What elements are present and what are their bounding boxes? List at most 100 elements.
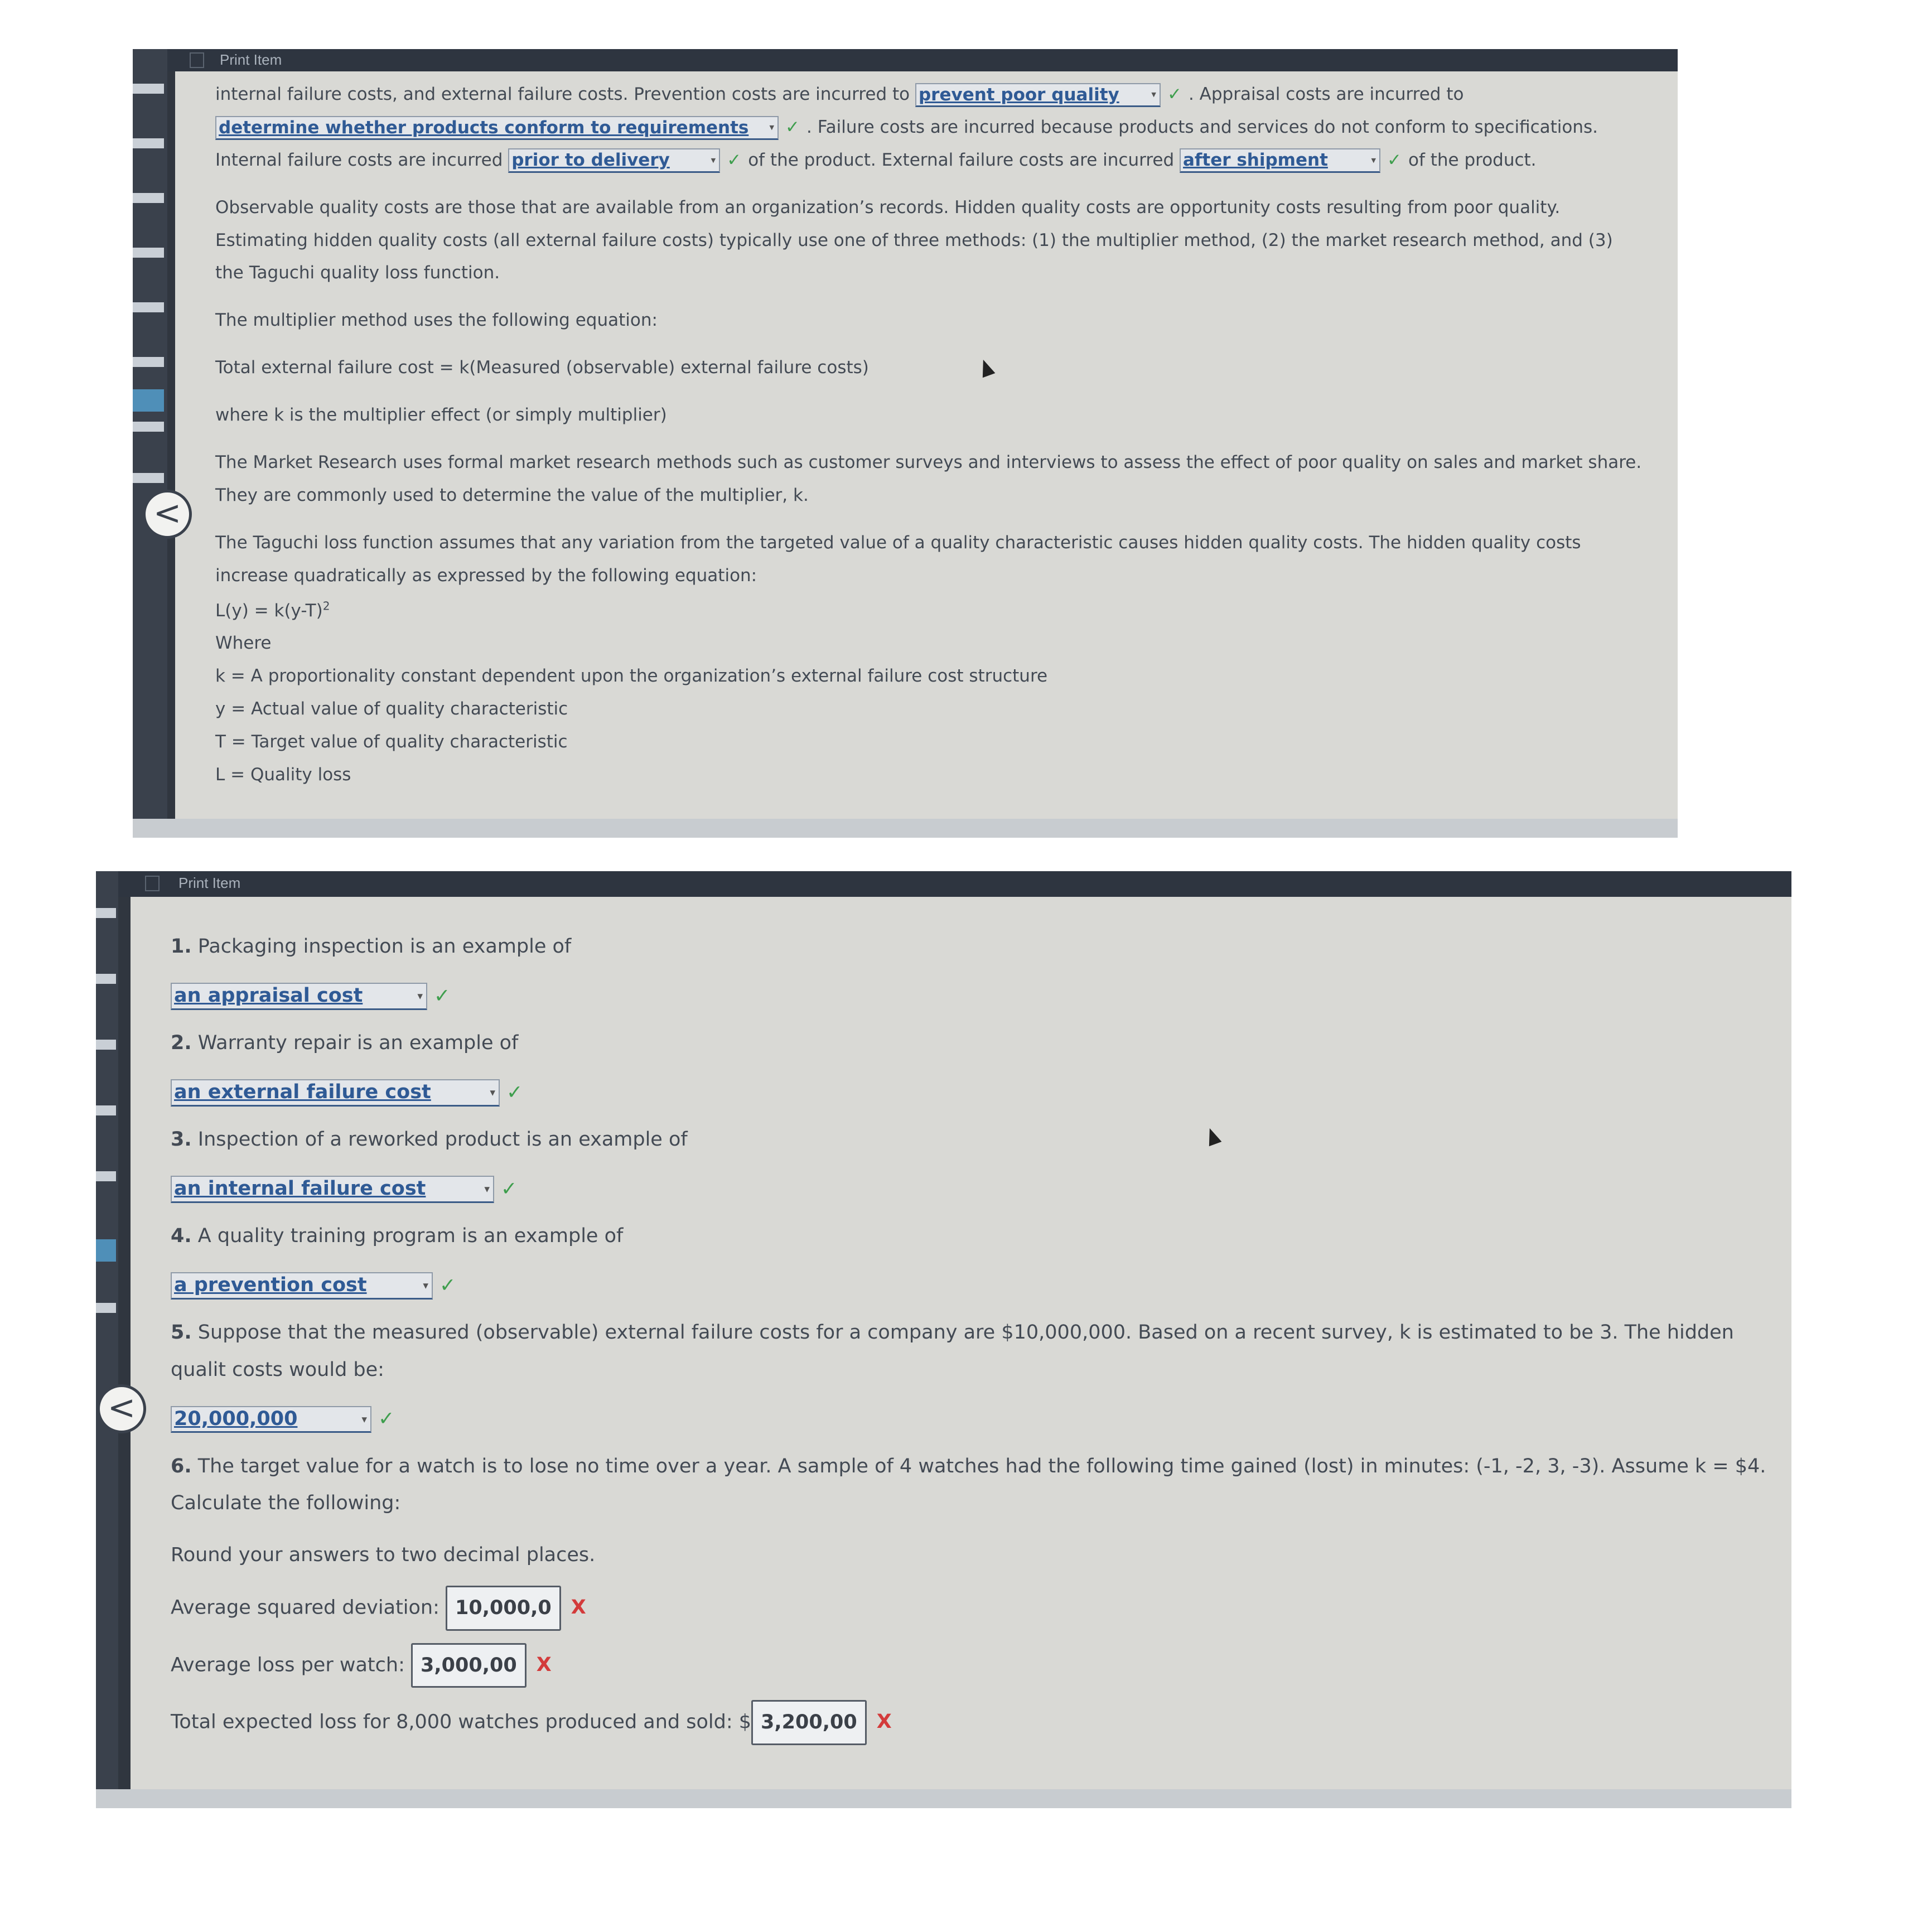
- nav-tab[interactable]: [96, 974, 116, 984]
- question-3: 3. Inspection of a reworked product is a…: [171, 1121, 1788, 1158]
- dropdown-value: a prevention cost: [174, 1274, 367, 1297]
- appraisal-dropdown[interactable]: determine whether products conform to re…: [215, 115, 779, 141]
- answer-dropdown[interactable]: an internal failure cost ▾: [171, 1176, 494, 1203]
- back-button[interactable]: <: [143, 490, 192, 539]
- horizontal-scrollbar[interactable]: [96, 1789, 1791, 1808]
- observable-paragraph: Observable quality costs are those that …: [215, 197, 1613, 283]
- dropdown-value: prevent poor quality: [918, 84, 1119, 105]
- nav-tab-active[interactable]: [96, 1239, 116, 1262]
- total-loss-input[interactable]: 3,200,00: [751, 1700, 867, 1745]
- nav-tab[interactable]: [133, 357, 164, 367]
- wrong-icon: X: [571, 1596, 586, 1619]
- question-number: 6.: [171, 1455, 192, 1477]
- nav-tab[interactable]: [96, 908, 116, 918]
- prevention-dropdown[interactable]: prevent poor quality ▾: [915, 83, 1161, 108]
- definition-t: T = Target value of quality characterist…: [215, 732, 568, 752]
- field-label: Average loss per watch:: [171, 1653, 405, 1676]
- answer-4: a prevention cost ▾ ✓: [171, 1267, 1788, 1305]
- check-icon: ✓: [1387, 149, 1402, 170]
- nav-tab[interactable]: [133, 84, 164, 94]
- answer-1: an appraisal cost ▾ ✓: [171, 978, 1788, 1015]
- dropdown-value: prior to delivery: [511, 150, 670, 171]
- nav-tab[interactable]: [133, 138, 164, 148]
- print-icon[interactable]: [145, 876, 160, 891]
- caret-down-icon: ▾: [1371, 154, 1376, 166]
- question-number: 1.: [171, 935, 192, 958]
- taguchi-paragraph: The Taguchi loss function assumes that a…: [215, 532, 1581, 586]
- text-segment: of the product.: [1408, 149, 1537, 170]
- check-icon: ✓: [785, 117, 800, 137]
- where-label: Where: [215, 633, 272, 654]
- nav-tab[interactable]: [133, 248, 164, 258]
- question-number: 5.: [171, 1321, 192, 1344]
- avg-squared-deviation-row: Average squared deviation: 10,000,0 X: [171, 1586, 1788, 1631]
- wrong-icon: X: [876, 1711, 892, 1733]
- question-content: 1. Packaging inspection is an example of…: [171, 918, 1788, 1745]
- left-nav: [133, 49, 167, 838]
- question-text: Packaging inspection is an example of: [197, 935, 572, 958]
- chevron-left-icon: <: [153, 494, 182, 533]
- top-screenshot: Print Item < internal failure costs, and…: [133, 49, 1678, 838]
- question-number: 4.: [171, 1225, 192, 1247]
- bottom-screenshot: Print Item < 1. Packaging inspection is …: [96, 871, 1791, 1808]
- multiplier-where: where k is the multiplier effect (or sim…: [215, 405, 667, 426]
- dropdown-value: an appraisal cost: [174, 984, 363, 1007]
- caret-down-icon: ▾: [1151, 89, 1156, 100]
- nav-tab[interactable]: [133, 422, 164, 432]
- definition-y: y = Actual value of quality characterist…: [215, 699, 568, 719]
- question-text: The target value for a watch is to lose …: [171, 1455, 1766, 1515]
- text-segment: internal failure costs, and external fai…: [215, 84, 910, 104]
- answer-dropdown[interactable]: 20,000,000 ▾: [171, 1405, 371, 1433]
- nav-tab-active[interactable]: [133, 389, 164, 412]
- rounding-note: Round your answers to two decimal places…: [171, 1543, 596, 1566]
- check-icon: ✓: [378, 1408, 395, 1430]
- formula-exponent: 2: [322, 599, 330, 613]
- nav-tab[interactable]: [96, 1171, 116, 1181]
- nav-tab[interactable]: [96, 1040, 116, 1050]
- caret-down-icon: ▾: [423, 1278, 428, 1292]
- avg-loss-input[interactable]: 3,000,00: [411, 1643, 527, 1688]
- answer-dropdown[interactable]: an appraisal cost ▾: [171, 983, 427, 1010]
- multiplier-equation: Total external failure cost = k(Measured…: [215, 358, 869, 378]
- answer-dropdown[interactable]: an external failure cost ▾: [171, 1079, 500, 1107]
- text-segment: . Appraisal costs are incurred to: [1188, 84, 1464, 104]
- external-failure-dropdown[interactable]: after shipment ▾: [1180, 148, 1380, 173]
- nav-tab[interactable]: [133, 193, 164, 203]
- nav-tab[interactable]: [96, 1303, 116, 1313]
- answer-5: 20,000,000 ▾ ✓: [171, 1400, 1788, 1438]
- definition-k: k = A proportionality constant dependent…: [215, 666, 1048, 687]
- total-loss-row: Total expected loss for 8,000 watches pr…: [171, 1700, 1788, 1745]
- reading-content: internal failure costs, and external fai…: [215, 78, 1643, 791]
- dropdown-value: after shipment: [1183, 150, 1328, 171]
- question-text: A quality training program is an example…: [197, 1225, 624, 1247]
- check-icon: ✓: [501, 1177, 518, 1200]
- avg-squared-deviation-input[interactable]: 10,000,0: [446, 1586, 561, 1631]
- wrong-icon: X: [536, 1653, 552, 1676]
- print-icon[interactable]: [190, 52, 204, 68]
- taguchi-formula: L(y) = k(y-T)2: [215, 595, 1643, 627]
- check-icon: ✓: [1167, 84, 1182, 104]
- dropdown-value: an external failure cost: [174, 1081, 431, 1104]
- back-button[interactable]: <: [97, 1384, 146, 1433]
- check-icon: ✓: [506, 1081, 523, 1104]
- caret-down-icon: ▾: [711, 154, 716, 166]
- internal-failure-dropdown[interactable]: prior to delivery ▾: [508, 148, 721, 173]
- question-2: 2. Warranty repair is an example of: [171, 1025, 1788, 1062]
- title-bar: Print Item: [133, 49, 1678, 71]
- question-1: 1. Packaging inspection is an example of: [171, 928, 1788, 965]
- dropdown-value: determine whether products conform to re…: [219, 117, 749, 138]
- answer-dropdown[interactable]: a prevention cost ▾: [171, 1272, 433, 1300]
- dropdown-value: 20,000,000: [174, 1407, 298, 1430]
- chevron-left-icon: <: [107, 1388, 136, 1427]
- horizontal-scrollbar[interactable]: [133, 819, 1678, 838]
- text-segment: Internal failure costs are incurred: [215, 149, 503, 170]
- question-number: 3.: [171, 1128, 192, 1151]
- nav-tab[interactable]: [96, 1105, 116, 1115]
- caret-down-icon: ▾: [484, 1182, 490, 1195]
- check-icon: ✓: [434, 984, 451, 1007]
- nav-tab[interactable]: [133, 473, 164, 483]
- check-icon: ✓: [727, 149, 742, 170]
- field-label: Average squared deviation:: [171, 1596, 439, 1619]
- window-title: Print Item: [220, 51, 282, 68]
- nav-tab[interactable]: [133, 302, 164, 312]
